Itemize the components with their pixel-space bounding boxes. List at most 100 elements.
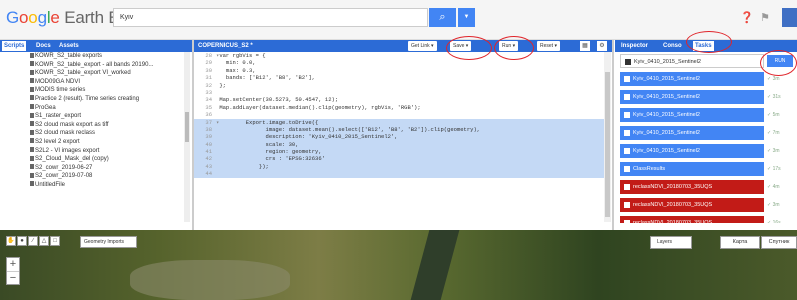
script-item[interactable]: UntitledFile [0, 181, 182, 190]
feedback-icon[interactable]: ⚑ [758, 11, 772, 25]
task-row[interactable]: Kyiv_0410_2015_Sentinel2 RUN [617, 53, 797, 70]
code-line[interactable]: 30 max: 0.3, [194, 67, 610, 74]
script-item[interactable]: S2_cowr_2019-07-08 [0, 172, 182, 181]
script-item[interactable]: S2 cloud mask reclass [0, 129, 182, 138]
task-bar[interactable]: Kyiv_0410_2015_Sentinel2 [620, 71, 764, 86]
code-line[interactable]: 41 region: geometry, [194, 148, 610, 156]
script-item[interactable]: Practice 2 (result). Time series creatin… [0, 95, 182, 104]
run-button[interactable]: Run ▾ [499, 41, 519, 51]
zoom-in-button[interactable]: + [7, 258, 19, 271]
code-line[interactable]: 35 Map.addLayer(dataset.median().clip(ge… [194, 104, 610, 111]
fold-marker[interactable] [216, 111, 219, 118]
polygon-icon[interactable]: △ [39, 236, 49, 246]
task-bar[interactable]: reclassNDVI_20180703_35UQS [620, 179, 764, 194]
task-row[interactable]: reclassNDVI_20180703_35UQS ✓ 16s [617, 215, 797, 223]
script-item[interactable]: S2 cloud mask export as tiff [0, 121, 182, 130]
task-bar[interactable]: ClassResults [620, 161, 764, 176]
task-row[interactable]: Kyiv_0410_2015_Sentinel2 ✓ 3m [617, 143, 797, 160]
code-line[interactable]: 44 [194, 170, 610, 178]
scrollbar-thumb[interactable] [605, 72, 610, 217]
avatar[interactable] [782, 8, 797, 27]
code-line[interactable]: 34 Map.setCenter(30.5273, 50.4547, 12); [194, 96, 610, 103]
line-number: 39 [205, 133, 212, 141]
task-row[interactable]: Kyiv_0410_2015_Sentinel2 ✓ 31s [617, 89, 797, 106]
editor-scrollbar[interactable] [604, 52, 611, 222]
help-icon[interactable]: ❓ [740, 11, 754, 25]
task-bar[interactable]: Kyiv_0410_2015_Sentinel2 [620, 125, 764, 140]
map-type-map-button[interactable]: Карта [720, 236, 760, 249]
save-button[interactable]: Save ▾ [450, 41, 472, 51]
code-line[interactable]: 28 ▾var rgbVis = { [194, 52, 610, 59]
task-bar[interactable]: Kyiv_0410_2015_Sentinel2 [620, 54, 764, 68]
task-bar[interactable]: Kyiv_0410_2015_Sentinel2 [620, 143, 764, 158]
task-row[interactable]: Kyiv_0410_2015_Sentinel2 ✓ 7m [617, 125, 797, 142]
code-line[interactable]: 39 description: 'Kyiv_0410_2015_Sentinel… [194, 133, 610, 141]
script-item[interactable]: KOWR_S2_table exports [0, 52, 182, 61]
tab-assets[interactable]: Assets [57, 41, 81, 51]
reset-button[interactable]: Reset ▾ [537, 41, 560, 51]
script-item[interactable]: S2 level 2 export [0, 138, 182, 147]
script-item[interactable]: ProGea [0, 104, 182, 113]
code-line[interactable]: 31 bands: ['B12', 'B8', 'B2'], [194, 74, 610, 81]
gear-icon[interactable]: ⚙ [597, 41, 607, 51]
task-run-button[interactable]: RUN [767, 55, 793, 67]
task-row[interactable]: ClassResults ✓ 17s [617, 161, 797, 178]
code-line[interactable]: 42 crs : 'EPSG:32636' [194, 155, 610, 163]
script-item[interactable]: MOD09GA NDVI [0, 78, 182, 87]
left-panel-tabs: Scripts Docs Assets [0, 40, 192, 52]
script-item[interactable]: MODIS time series [0, 86, 182, 95]
code-line[interactable]: 40 scale: 30, [194, 140, 610, 149]
task-bar[interactable]: reclassNDVI_20180703_35UQS [620, 215, 764, 223]
tab-docs[interactable]: Docs [34, 41, 53, 51]
script-item[interactable]: KOWR_S2_table_export VI_worked [0, 69, 182, 78]
task-row[interactable]: reclassNDVI_20180703_35UQS ✓ 3m [617, 197, 797, 214]
top-bar: Google Earth Engine ⌕ ▼ ❓ ⚑ [0, 0, 797, 40]
panel-divider[interactable] [612, 40, 614, 230]
code-line[interactable]: 37 ▾ Export.image.toDrive({ [194, 118, 610, 126]
code-text: region: geometry, [219, 148, 322, 156]
rectangle-icon[interactable]: □ [50, 236, 60, 246]
task-row[interactable]: Kyiv_0410_2015_Sentinel2 ✓ 5m [617, 107, 797, 124]
search-options-button[interactable]: ▼ [458, 8, 475, 27]
code-line[interactable]: 36 [194, 111, 610, 118]
map-type-satellite-button[interactable]: Спутник [761, 236, 797, 249]
layers-button[interactable]: Layers [650, 236, 692, 249]
tab-tasks[interactable]: Tasks [693, 41, 714, 51]
task-bar[interactable]: Kyiv_0410_2015_Sentinel2 [620, 89, 764, 104]
code-editor[interactable]: 28 ▾var rgbVis = {29 min: 0.0, 30 max: 0.3… [194, 52, 610, 222]
code-line[interactable]: 33 [194, 89, 610, 96]
code-line[interactable]: 32 }; [194, 82, 610, 89]
file-icon [30, 155, 34, 161]
script-item[interactable]: S2L2 - VI images export [0, 147, 182, 156]
search-input[interactable] [114, 9, 427, 26]
tab-inspector[interactable]: Inspector [619, 41, 650, 51]
tab-scripts[interactable]: Scripts [2, 41, 27, 51]
marker-icon[interactable]: ● [17, 236, 27, 246]
script-item[interactable]: KOWR_S2_table_export - all bands 20190..… [0, 61, 182, 70]
tab-console[interactable]: Conso [661, 41, 684, 51]
search-button[interactable]: ⌕ [429, 8, 456, 27]
fold-marker[interactable] [216, 89, 219, 96]
task-row[interactable]: Kyiv_0410_2015_Sentinel2 ✓ 3m [617, 71, 797, 88]
fold-marker[interactable] [216, 170, 219, 177]
script-item[interactable]: S1_raster_export [0, 112, 182, 121]
zoom-out-button[interactable]: − [7, 272, 19, 285]
geometry-imports-button[interactable]: Geometry Imports [80, 236, 137, 248]
file-icon [30, 172, 34, 178]
script-item[interactable]: S2_cowr_2019-06-27 [0, 164, 182, 173]
code-line[interactable]: 38 image: dataset.mean().select(['B12', … [194, 125, 610, 134]
task-row[interactable]: reclassNDVI_20180703_35UQS ✓ 4m [617, 179, 797, 196]
task-bar[interactable]: Kyiv_0410_2015_Sentinel2 [620, 107, 764, 122]
image-export-icon [625, 59, 631, 65]
polyline-icon[interactable]: ∕ [28, 236, 38, 246]
script-list-scrollbar[interactable] [184, 52, 190, 222]
task-bar[interactable]: reclassNDVI_20180703_35UQS [620, 197, 764, 212]
script-item[interactable]: S2_Cloud_Mask_del (copy) [0, 155, 182, 164]
code-line[interactable]: 29 min: 0.0, [194, 59, 610, 66]
hand-icon[interactable]: ✋ [6, 236, 16, 246]
code-line[interactable]: 43 }); [194, 162, 610, 171]
line-number: 43 [205, 162, 212, 170]
get-link-button[interactable]: Get Link ▾ [408, 41, 437, 51]
apps-icon[interactable]: ▦ [580, 41, 590, 51]
scrollbar-thumb[interactable] [185, 112, 189, 142]
